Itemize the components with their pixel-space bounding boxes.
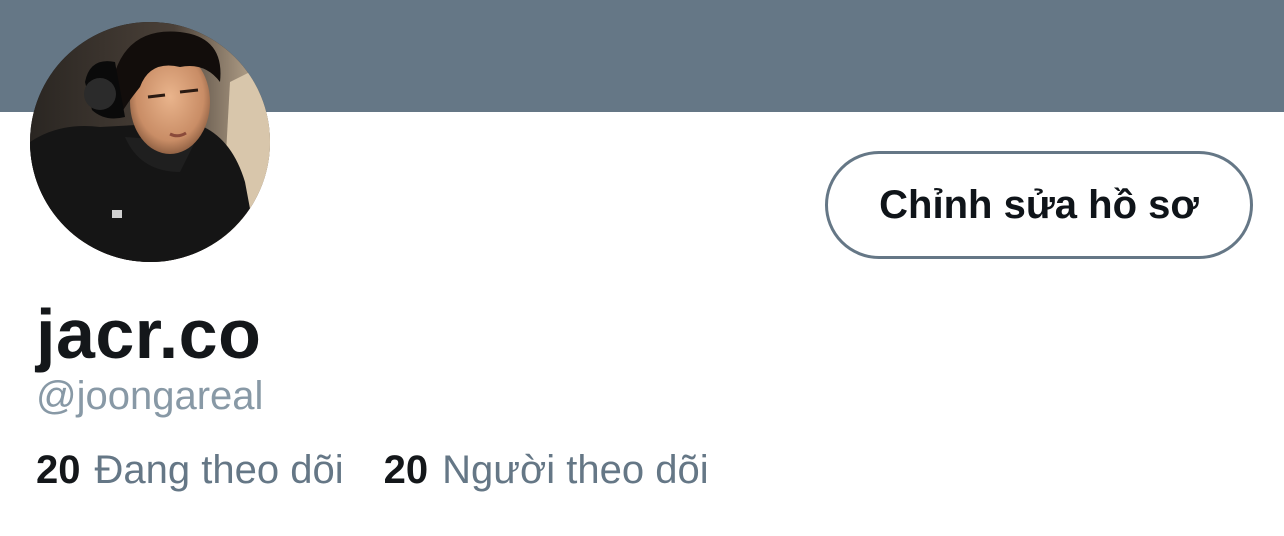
- avatar-photo: [30, 22, 270, 262]
- edit-profile-label: Chỉnh sửa hồ sơ: [879, 182, 1199, 227]
- edit-profile-button[interactable]: Chỉnh sửa hồ sơ: [825, 151, 1253, 259]
- profile-avatar[interactable]: [30, 22, 270, 262]
- profile-display-name: jacr.co: [36, 295, 262, 373]
- followers-count: 20: [383, 448, 429, 492]
- profile-stats: 20 Đang theo dõi 20 Người theo dõi: [36, 446, 709, 494]
- following-label: Đang theo dõi: [94, 448, 344, 492]
- following-stat[interactable]: 20 Đang theo dõi: [36, 446, 344, 494]
- followers-label: Người theo dõi: [442, 448, 709, 492]
- profile-handle: @joongareal: [36, 374, 264, 418]
- following-count: 20: [36, 448, 81, 492]
- followers-stat[interactable]: 20 Người theo dõi: [384, 446, 709, 494]
